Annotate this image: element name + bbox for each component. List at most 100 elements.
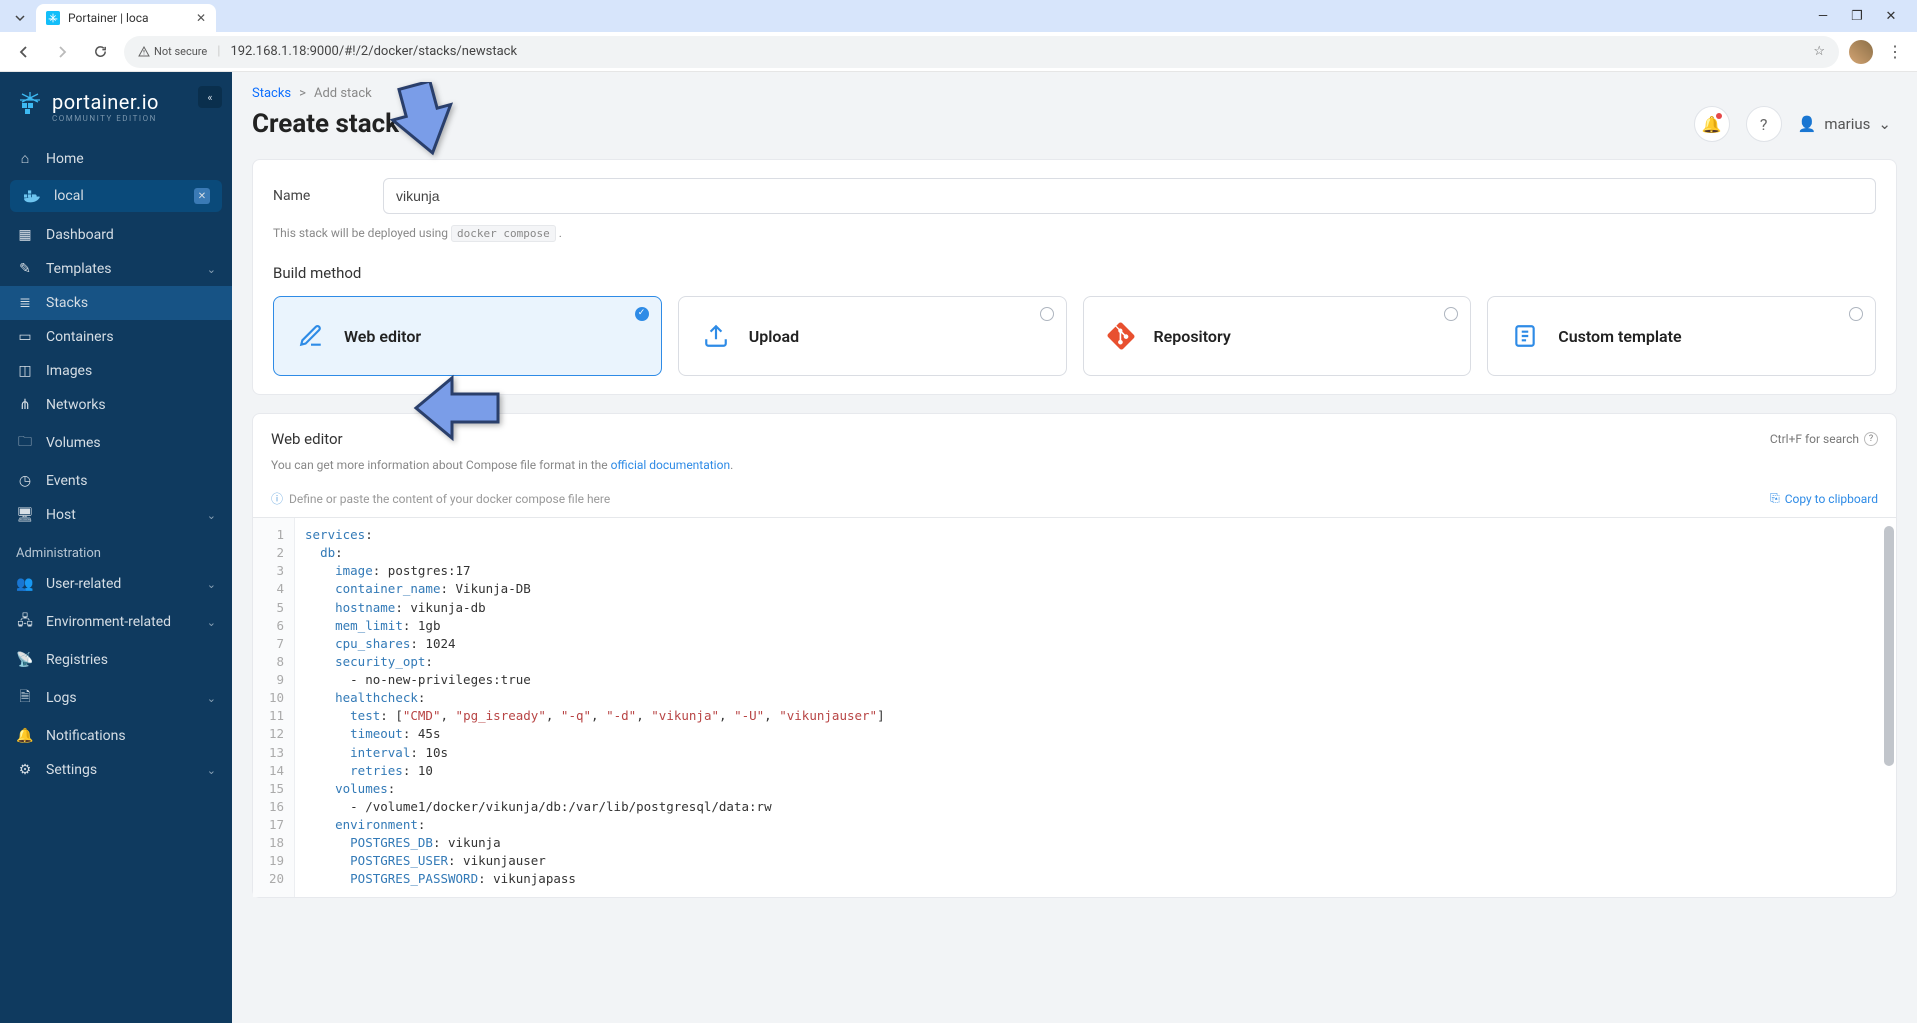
edit-icon — [294, 319, 328, 353]
chevron-down-icon: ⌄ — [207, 764, 216, 777]
code-editor[interactable]: 1234567891011121314151617181920 services… — [253, 517, 1896, 897]
sidebar-item-events[interactable]: ◷Events — [0, 464, 232, 498]
url-text: 192.168.1.18:9000/#!/2/docker/stacks/new… — [230, 44, 517, 59]
sidebar-item-environment[interactable]: local ✕ — [10, 180, 222, 212]
sidebar-item-label: Host — [46, 507, 76, 523]
build-method-repository[interactable]: Repository — [1083, 296, 1472, 376]
sidebar-item-dashboard[interactable]: ▦Dashboard — [0, 218, 232, 252]
sidebar-item-label: Notifications — [46, 728, 126, 744]
registries-icon: 📡 — [16, 652, 34, 668]
annotation-arrow — [412, 372, 502, 448]
environment-icon: 🖧 — [16, 610, 34, 634]
official-docs-link[interactable]: official documentation — [611, 458, 731, 472]
deploy-hint: This stack will be deployed using docker… — [273, 226, 1876, 240]
user-name: marius — [1824, 115, 1870, 133]
stack-form-panel: Name This stack will be deployed using d… — [252, 159, 1897, 395]
hint-text: . — [556, 226, 562, 240]
sidebar-item-registries[interactable]: 📡 Registries — [0, 643, 232, 677]
sidebar-item-containers[interactable]: ▭Containers — [0, 320, 232, 354]
sidebar-item-volumes[interactable]: 🗀 Volumes — [0, 422, 232, 464]
radio-icon — [1444, 307, 1458, 321]
copy-to-clipboard-button[interactable]: ⎘Copy to clipboard — [1770, 491, 1878, 506]
editor-search-hint: Ctrl+F for search ? — [1770, 432, 1878, 446]
hint-text: This stack will be deployed using — [273, 226, 451, 240]
sidebar-collapse-button[interactable]: « — [198, 86, 222, 108]
minimize-button[interactable]: — — [1815, 9, 1831, 24]
sidebar-item-notifications[interactable]: 🔔 Notifications — [0, 719, 232, 753]
containers-icon: ▭ — [16, 329, 34, 345]
bell-icon: 🔔 — [1702, 115, 1722, 134]
sidebar-item-label: Settings — [46, 762, 97, 778]
sidebar-item-settings[interactable]: ⚙Settings⌄ — [0, 753, 232, 787]
sidebar-item-logs[interactable]: 🗎Logs⌄ — [0, 677, 232, 719]
security-indicator[interactable]: Not secure — [138, 45, 207, 58]
maximize-button[interactable]: ❐ — [1849, 9, 1865, 24]
sidebar-item-templates[interactable]: ✎Templates⌄ — [0, 252, 232, 286]
close-window-button[interactable]: ✕ — [1883, 9, 1899, 24]
sidebar-item-label: local — [54, 188, 84, 204]
address-bar[interactable]: Not secure | 192.168.1.18:9000/#!/2/dock… — [124, 36, 1839, 68]
user-menu[interactable]: 👤 marius ⌄ — [1798, 115, 1891, 133]
bookmark-icon[interactable]: ☆ — [1813, 44, 1825, 59]
git-icon — [1104, 319, 1138, 353]
upload-icon — [699, 319, 733, 353]
back-button[interactable] — [10, 38, 38, 66]
profile-avatar[interactable] — [1849, 40, 1873, 64]
sidebar-item-label: Registries — [46, 652, 108, 668]
breadcrumb-stacks[interactable]: Stacks — [252, 86, 291, 101]
scrollbar-thumb[interactable] — [1884, 526, 1894, 766]
browser-tab-strip: Portainer | loca ✕ — ❐ ✕ — [0, 0, 1917, 32]
sidebar-item-label: Images — [46, 363, 92, 379]
tab-list-dropdown[interactable] — [8, 6, 32, 30]
bell-icon: 🔔 — [16, 728, 34, 744]
build-method-web-editor[interactable]: Web editor — [273, 296, 662, 376]
sidebar-item-host[interactable]: 🖥Host⌄ — [0, 498, 232, 532]
notifications-button[interactable]: 🔔 — [1694, 106, 1730, 142]
sidebar-item-user-related[interactable]: 👥User-related⌄ — [0, 567, 232, 601]
forward-button[interactable] — [48, 38, 76, 66]
sidebar-item-label: Volumes — [46, 435, 101, 451]
sidebar-item-label: Networks — [46, 397, 106, 413]
help-icon[interactable]: ? — [1864, 432, 1878, 446]
user-icon: 👤 — [1798, 115, 1817, 133]
docker-icon — [22, 188, 42, 204]
method-label: Repository — [1154, 327, 1231, 346]
radio-selected-icon — [635, 307, 649, 321]
sidebar-item-networks[interactable]: ⋔ Networks — [0, 388, 232, 422]
annotation-arrow — [390, 82, 458, 164]
web-editor-panel: Web editor Ctrl+F for search ? You can g… — [252, 413, 1897, 898]
header-actions: 🔔 ? 👤 marius ⌄ — [1694, 106, 1891, 142]
sidebar-item-label: Environment-related — [46, 614, 171, 630]
sidebar-item-environment-related[interactable]: 🖧Environment-related⌄ — [0, 601, 232, 643]
build-method-options: Web editor Upload Repository — [273, 296, 1876, 376]
browser-tab[interactable]: Portainer | loca ✕ — [36, 4, 216, 32]
help-button[interactable]: ? — [1746, 106, 1782, 142]
reload-button[interactable] — [86, 38, 114, 66]
env-close-icon[interactable]: ✕ — [194, 188, 210, 204]
build-method-custom-template[interactable]: Custom template — [1487, 296, 1876, 376]
build-method-upload[interactable]: Upload — [678, 296, 1067, 376]
sidebar-item-home[interactable]: ⌂ Home — [0, 141, 232, 176]
breadcrumb-separator: > — [299, 86, 306, 101]
page-title-text: Create stack — [252, 109, 399, 139]
not-secure-label: Not secure — [154, 45, 207, 58]
main-content: Stacks > Add stack Create stack ⟳ 🔔 ? 👤 … — [232, 72, 1917, 1023]
sidebar-item-label: Home — [46, 151, 84, 167]
browser-menu-button[interactable]: ⋮ — [1883, 38, 1907, 65]
method-label: Upload — [749, 327, 799, 346]
editor-placeholder-hint: ⓘDefine or paste the content of your doc… — [271, 490, 610, 507]
code-content[interactable]: services: db: image: postgres:17 contain… — [295, 518, 1896, 897]
warning-icon — [138, 46, 150, 58]
close-tab-icon[interactable]: ✕ — [196, 11, 206, 25]
method-label: Custom template — [1558, 327, 1681, 346]
sidebar-item-stacks[interactable]: ≣Stacks — [0, 286, 232, 320]
radio-icon — [1849, 307, 1863, 321]
sidebar-item-images[interactable]: ◫Images — [0, 354, 232, 388]
copy-icon: ⎘ — [1770, 491, 1780, 506]
chevron-down-icon: ⌄ — [207, 263, 216, 276]
home-icon: ⌂ — [16, 150, 34, 167]
networks-icon: ⋔ — [16, 397, 34, 413]
sidebar-item-label: Stacks — [46, 295, 88, 311]
volumes-icon: 🗀 — [16, 431, 34, 455]
stack-name-input[interactable] — [383, 178, 1876, 214]
